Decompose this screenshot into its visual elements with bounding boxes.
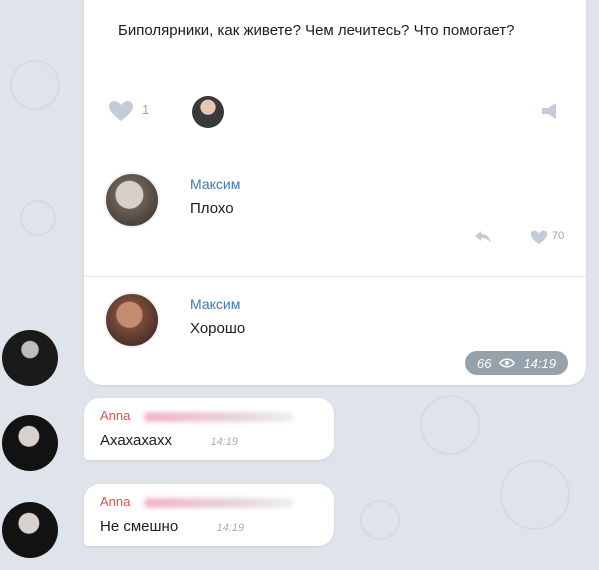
eye-icon <box>499 358 516 368</box>
heart-icon[interactable] <box>530 230 548 245</box>
message-time: 14:19 <box>210 436 239 448</box>
message-bubble[interactable]: Anna Ахахахахх 14:19 <box>84 398 334 460</box>
comment-actions: 70 <box>434 228 574 248</box>
view-count: 66 <box>476 355 492 371</box>
post-actions: 1 <box>108 96 568 128</box>
post-text: Биполярники, как живете? Чем лечитесь? Ч… <box>118 22 515 39</box>
message-text: Не смешно <box>100 518 179 535</box>
blurred-surname <box>144 498 294 508</box>
heart-icon[interactable] <box>108 100 134 122</box>
avatar[interactable] <box>2 415 58 471</box>
comment[interactable]: Максим Плохо 70 <box>104 172 574 252</box>
message-time: 14:19 <box>216 522 245 534</box>
background-doodle <box>360 500 400 540</box>
background-doodle <box>500 460 570 530</box>
forwarded-post-card[interactable]: Биполярники, как живете? Чем лечитесь? Ч… <box>84 0 586 385</box>
sender-name[interactable]: Anna <box>100 408 318 426</box>
comment-like-count: 70 <box>552 230 565 242</box>
avatar[interactable] <box>104 292 160 348</box>
message-bubble[interactable]: Anna Не смешно 14:19 <box>84 484 334 546</box>
divider <box>84 276 586 277</box>
avatar[interactable] <box>2 330 58 386</box>
reply-icon[interactable] <box>474 230 492 244</box>
avatar[interactable] <box>192 96 224 128</box>
share-icon[interactable] <box>540 102 560 120</box>
comment-author[interactable]: Максим <box>190 176 240 192</box>
avatar[interactable] <box>2 502 58 558</box>
background-doodle <box>420 395 480 455</box>
message-text: Ахахахахх <box>100 432 173 449</box>
like-count: 1 <box>142 102 150 117</box>
forward-meta-badge: 66 14:19 <box>464 351 568 375</box>
comment-text: Хорошо <box>190 320 246 337</box>
comment-text: Плохо <box>190 200 234 217</box>
background-doodle <box>10 60 60 110</box>
comment-author[interactable]: Максим <box>190 296 240 312</box>
forward-time: 14:19 <box>523 355 556 371</box>
avatar[interactable] <box>104 172 160 228</box>
sender-name[interactable]: Anna <box>100 494 318 512</box>
blurred-surname <box>144 412 294 422</box>
background-doodle <box>20 200 56 236</box>
